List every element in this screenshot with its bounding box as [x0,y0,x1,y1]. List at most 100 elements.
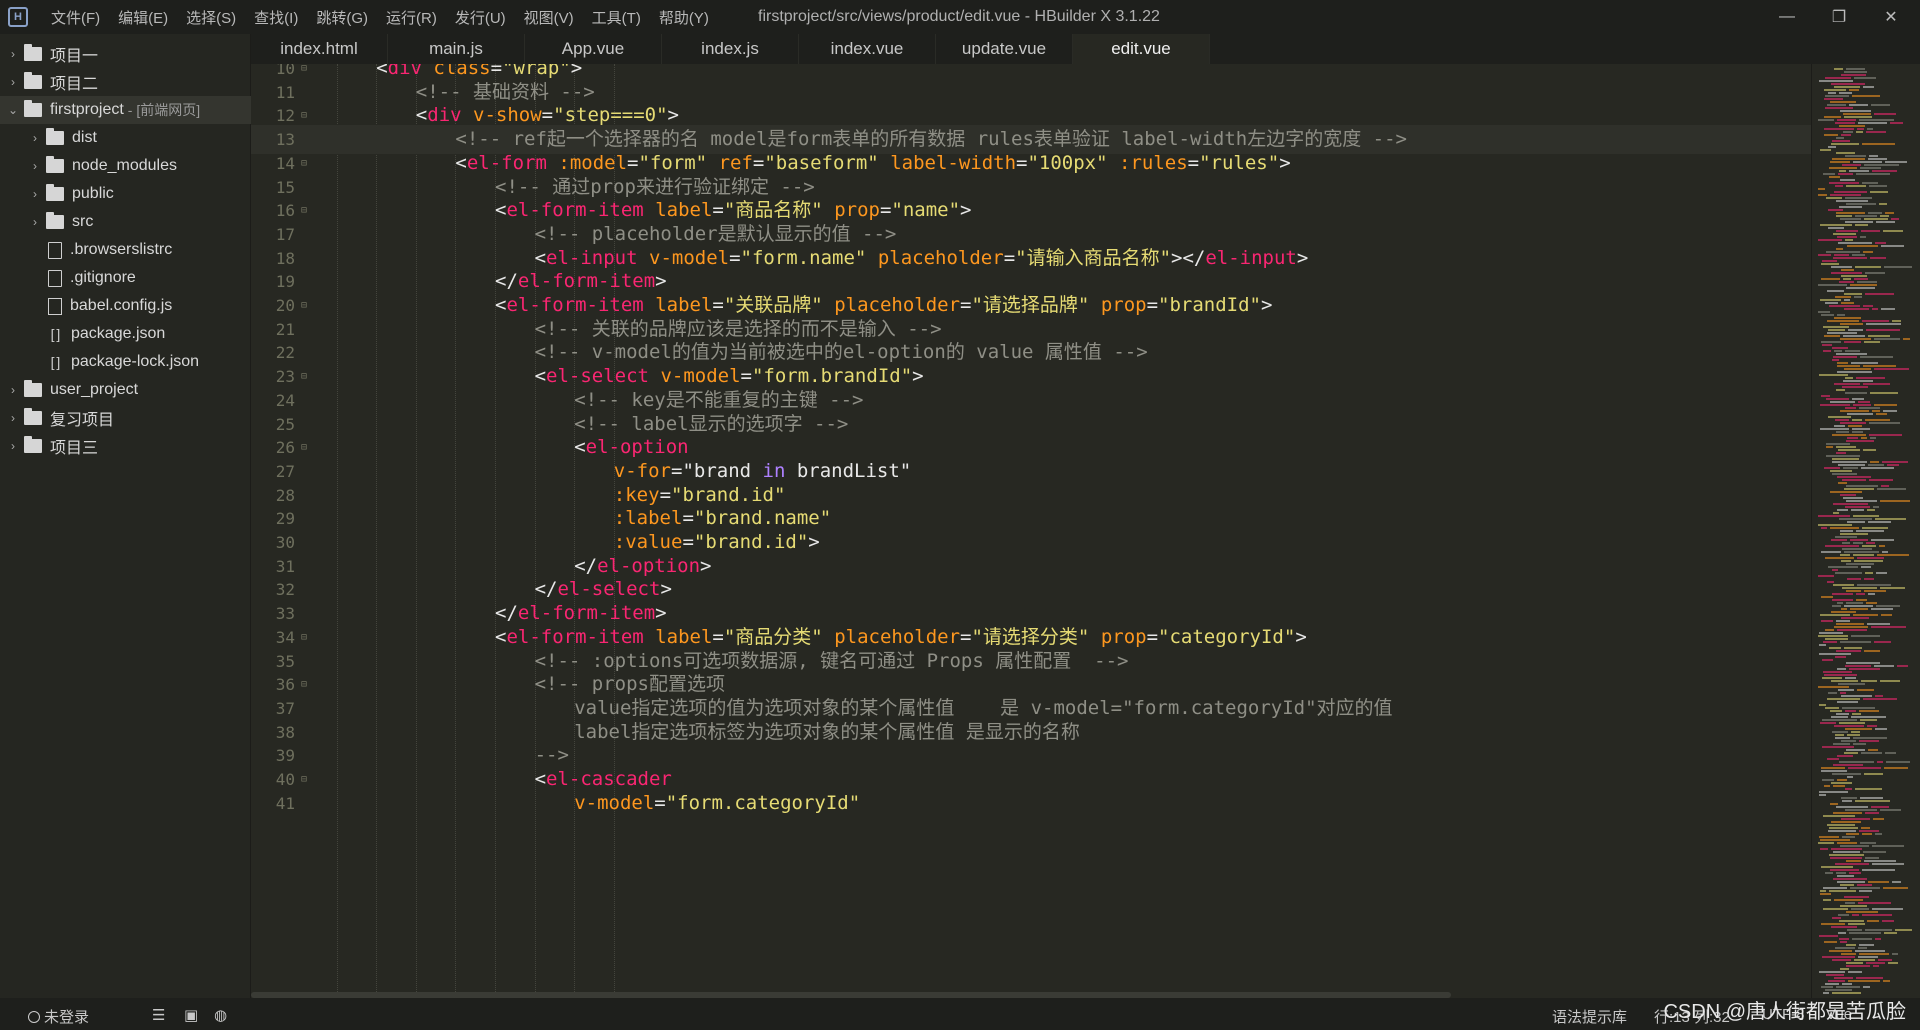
tree-item[interactable]: › 项目三 [0,432,251,460]
menu-item[interactable]: 跳转(G) [307,7,377,28]
tree-item[interactable]: › 复习项目 [0,404,251,432]
chevron-icon[interactable]: › [28,131,42,145]
minimap-line [1834,626,1868,628]
tree-item-label: package-lock.json [71,353,200,370]
code-token: label [655,625,713,648]
tree-item[interactable]: › src [0,208,251,236]
tree-item[interactable]: › public [0,180,251,208]
user-icon [28,1011,40,1023]
menu-item[interactable]: 文件(F) [42,7,109,28]
code-token: in [762,459,786,482]
minimap-line [1838,683,1865,685]
minimap-line [1849,668,1880,670]
chevron-icon[interactable]: ⌄ [6,103,20,117]
editor-tab[interactable]: index.js [662,34,799,64]
minimap-line [1854,77,1876,79]
menu-item[interactable]: 视图(V) [515,7,583,28]
minimap-line [1861,752,1882,754]
minimap-line [1830,803,1838,805]
editor-tab[interactable]: main.js [388,34,525,64]
minimap-line [1868,881,1889,883]
minimap-line [1861,566,1871,568]
chevron-icon[interactable]: › [28,187,42,201]
tree-item[interactable]: .browserslistrc [0,236,251,264]
tree-item[interactable]: › dist [0,124,251,152]
minimap-line [1836,806,1868,808]
minimap-line [1835,656,1846,658]
chevron-icon[interactable]: › [6,47,20,61]
tree-item[interactable]: › user_project [0,376,251,404]
code-token: = [960,294,972,316]
code-token: <!-- label显示的选项字 --> [574,412,849,435]
tree-item[interactable]: › 项目一 [0,40,251,68]
menu-item[interactable]: 选择(S) [177,7,245,28]
folder-icon [46,184,64,201]
minimap-line [1834,350,1842,352]
menu-item[interactable]: 编辑(E) [109,7,177,28]
minimap-line [1822,677,1842,679]
minimap-line [1837,881,1865,883]
minimap-line [1846,749,1865,751]
minimap-line [1828,566,1858,568]
minimap-line [1825,95,1849,97]
terminal-icon[interactable]: ▣ [184,1006,198,1024]
tree-item[interactable]: [ ] package.json [0,320,251,348]
chevron-icon[interactable]: › [6,411,20,425]
code-token: <!-- placeholder是默认显示的值 --> [534,222,897,245]
code-line[interactable]: 41 v-model="form.categoryId" [251,789,1811,818]
chevron-icon[interactable]: › [28,215,42,229]
minimap[interactable] [1811,64,1920,998]
code-token: > [1295,625,1307,648]
tree-item[interactable]: .gitignore [0,264,251,292]
restore-button[interactable]: ❐ [1816,0,1862,34]
minimap-line [1839,938,1849,940]
user-status[interactable]: 未登录 [28,1006,89,1027]
syntax-hint-lib[interactable]: 语法提示库 [1552,1006,1627,1027]
code-editor[interactable]: 10 ⊟ <div class="wrap"> 11 <!-- 基础资料 --> 12 ⊟ <… [251,64,1811,998]
chevron-icon[interactable]: › [6,75,20,89]
minimap-line [1857,128,1864,130]
code-token: = [627,151,639,174]
menu-item[interactable]: 发行(U) [446,7,515,28]
menu-item[interactable]: 帮助(Y) [650,7,718,28]
tree-item[interactable]: › node_modules [0,152,251,180]
menu-item[interactable]: 运行(R) [377,7,446,28]
minimap-line [1875,242,1886,244]
minimap-line [1819,791,1848,793]
menu-item[interactable]: 工具(T) [583,7,650,28]
menu-item[interactable]: 查找(I) [245,7,307,28]
minimap-line [1835,572,1862,574]
minimap-line [1825,629,1834,631]
chevron-icon[interactable]: › [6,439,20,453]
tree-item[interactable]: babel.config.js [0,292,251,320]
minimap-line [1845,902,1855,904]
minimap-line [1854,959,1875,961]
minimap-line [1836,713,1849,715]
tree-item[interactable]: › 项目二 [0,68,251,96]
chevron-icon[interactable]: › [28,159,42,173]
outline-icon[interactable]: ☰ [152,1006,165,1024]
minimap-line [1822,956,1855,958]
minimap-line [1842,836,1855,838]
editor-tab[interactable]: App.vue [525,34,662,64]
editor-tab[interactable]: edit.vue [1073,34,1210,64]
editor-tab[interactable]: index.vue [799,34,936,64]
minimap-line [1839,125,1865,127]
globe-icon[interactable]: ◍ [214,1006,227,1024]
minimap-line [1863,305,1873,307]
minimap-line [1832,731,1848,733]
minimize-button[interactable]: — [1764,0,1810,34]
minimap-line [1864,218,1888,220]
minimap-line [1865,419,1890,421]
minimap-line [1829,854,1864,856]
editor-tab[interactable]: index.html [251,34,388,64]
editor-tab[interactable]: update.vue [936,34,1073,64]
close-button[interactable]: ✕ [1868,0,1914,34]
tree-item[interactable]: ⌄ firstproject - [前端网页] [0,96,251,124]
minimap-line [1891,218,1899,220]
chevron-icon[interactable]: › [6,383,20,397]
code-token: el-select [557,578,661,601]
minimap-line [1833,812,1862,814]
tree-item[interactable]: [ ] package-lock.json [0,348,251,376]
